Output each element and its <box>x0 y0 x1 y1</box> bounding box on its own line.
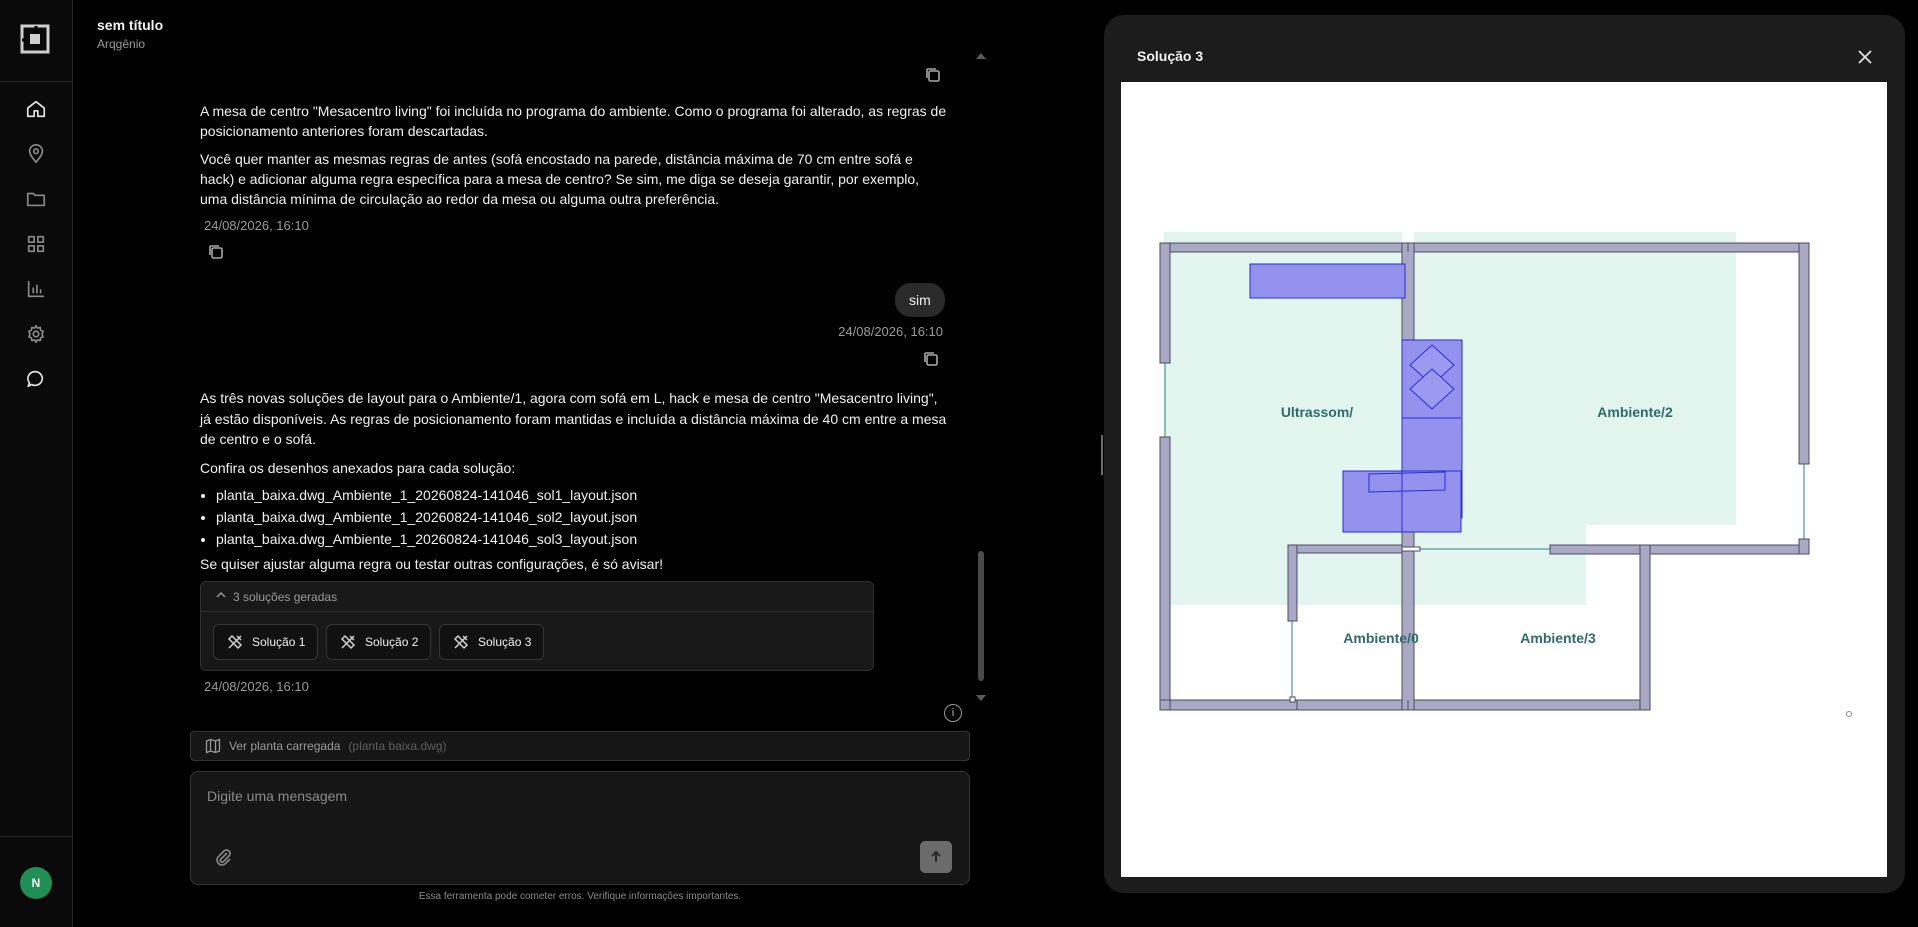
home-icon <box>26 100 46 118</box>
message-timestamp: 24/08/2026, 16:10 <box>204 218 309 233</box>
app-name: Arqgênio <box>97 37 146 51</box>
solution-2-button[interactable]: Solução 2 <box>326 624 432 660</box>
sidebar-divider <box>0 836 72 837</box>
room-label: Ambiente/2 <box>1597 404 1673 420</box>
paperclip-icon <box>216 849 231 866</box>
room-label: Ambiente/3 <box>1520 630 1596 646</box>
message-paragraph: Você quer manter as mesmas regras de ant… <box>200 151 920 207</box>
close-button[interactable] <box>1855 47 1875 67</box>
canvas-handle <box>1846 711 1852 717</box>
solution-label: Solução 1 <box>252 635 306 649</box>
view-plan-bar[interactable]: Ver planta carregada (planta baixa.dwg) <box>190 731 970 761</box>
file-item: planta_baixa.dwg_Ambiente_1_20260824-141… <box>216 506 950 528</box>
sidebar-item-chat[interactable] <box>0 359 72 399</box>
gear-icon <box>28 324 44 344</box>
file-list: planta_baixa.dwg_Ambiente_1_20260824-141… <box>200 484 950 550</box>
solutions-count: 3 soluções geradas <box>233 589 338 604</box>
panel-title: Solução 3 <box>1137 48 1204 64</box>
message-timestamp: 24/08/2026, 16:10 <box>838 324 943 339</box>
attach-button[interactable] <box>213 847 233 867</box>
assistant-message: A mesa de centro "Mesacentro living" foi… <box>200 101 950 209</box>
copy-button[interactable] <box>922 350 940 373</box>
arrow-up-icon <box>931 850 941 862</box>
file-item: planta_baixa.dwg_Ambiente_1_20260824-141… <box>216 528 950 550</box>
chat-scrollbar[interactable] <box>978 551 984 681</box>
sidebar-divider <box>0 81 72 82</box>
plan-file-name: (planta baixa.dwg) <box>348 739 447 753</box>
folder-icon <box>26 192 46 207</box>
info-icon[interactable]: i <box>944 704 962 722</box>
drafting-tools-icon <box>227 634 243 650</box>
user-avatar[interactable]: N <box>20 867 52 899</box>
message-timestamp: 24/08/2026, 16:10 <box>204 679 309 694</box>
solution-label: Solução 2 <box>365 635 419 649</box>
sidebar-item-analytics[interactable] <box>0 269 72 309</box>
copy-button[interactable] <box>207 243 225 266</box>
assistant-message: As três novas soluções de layout para o … <box>200 388 950 575</box>
solution-label: Solução 3 <box>478 635 532 649</box>
disclaimer: Essa ferramenta pode cometer erros. Veri… <box>418 891 742 902</box>
copy-icon <box>922 352 940 372</box>
solutions-panel: 3 soluções geradas Solução 1 Solução 2 S… <box>200 581 874 671</box>
room-label: Ambiente/0 <box>1343 630 1419 646</box>
sidebar-item-settings[interactable] <box>0 314 72 354</box>
drafting-tools-icon <box>453 634 469 650</box>
grid-icon <box>27 235 45 253</box>
conversation-title: sem título <box>97 17 164 33</box>
message-paragraph: Se quiser ajustar alguma regra ou testar… <box>200 556 664 572</box>
solution-3-button[interactable]: Solução 3 <box>439 624 545 660</box>
send-button[interactable] <box>920 841 952 873</box>
sidebar-item-home[interactable] <box>0 89 72 129</box>
chevron-up-icon <box>215 589 227 604</box>
room-label: Ultrassom/ <box>1281 404 1353 420</box>
message-paragraph: A mesa de centro "Mesacentro living" foi… <box>200 103 947 139</box>
scroll-down-arrow[interactable] <box>976 695 986 701</box>
solution-1-button[interactable]: Solução 1 <box>213 624 319 660</box>
message-paragraph: As três novas soluções de layout para o … <box>200 390 947 447</box>
app-logo[interactable] <box>20 24 50 54</box>
chat-bubble-icon <box>27 370 44 388</box>
copy-button[interactable] <box>924 66 942 89</box>
copy-icon <box>924 68 942 88</box>
file-item: planta_baixa.dwg_Ambiente_1_20260824-141… <box>216 484 950 506</box>
solution-preview-panel: Solução 3 Ultrassom/ Ambiente/2 Ambiente… <box>1104 15 1905 893</box>
bar-chart-icon <box>27 280 45 298</box>
drafting-tools-icon <box>340 634 356 650</box>
scroll-up-arrow[interactable] <box>976 53 986 59</box>
floor-plan: Ultrassom/ Ambiente/2 Ambiente/0 Ambient… <box>1159 232 1852 717</box>
sidebar-item-location[interactable] <box>0 134 72 174</box>
location-pin-icon <box>28 144 44 164</box>
message-composer <box>190 771 970 885</box>
message-input[interactable] <box>207 784 947 808</box>
map-icon <box>205 738 221 754</box>
close-icon <box>1858 50 1872 64</box>
copy-icon <box>207 245 225 265</box>
floor-plan-canvas[interactable]: Ultrassom/ Ambiente/2 Ambiente/0 Ambient… <box>1121 82 1887 877</box>
sidebar-item-projects[interactable] <box>0 179 72 219</box>
view-plan-label: Ver planta carregada <box>229 739 341 753</box>
sidebar-item-dashboard[interactable] <box>0 224 72 264</box>
sidebar: N <box>0 0 73 927</box>
app-root: N sem título Arqgênio A mesa de centro "… <box>0 0 1918 927</box>
user-message: sim <box>895 283 945 317</box>
message-paragraph: Confira os desenhos anexados para cada s… <box>200 459 516 476</box>
solutions-header[interactable]: 3 soluções geradas <box>201 582 873 612</box>
